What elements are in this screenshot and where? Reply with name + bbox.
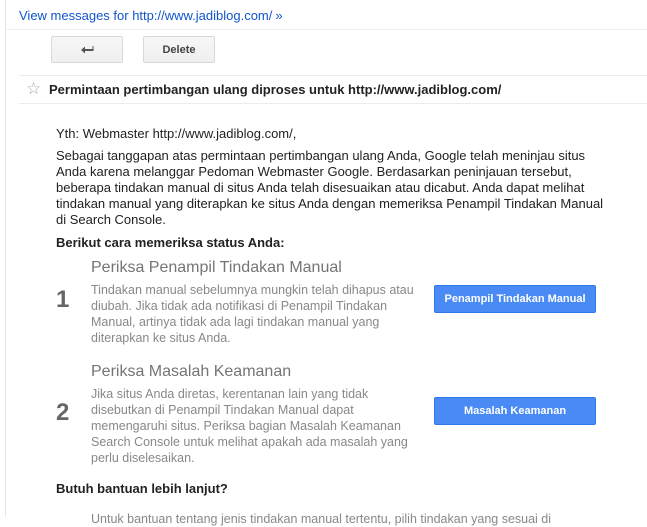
- view-messages-link[interactable]: View messages for http://www.jadiblog.co…: [19, 8, 283, 23]
- step-2-number: 2: [56, 399, 70, 426]
- status-heading: Berikut cara memeriksa status Anda:: [56, 235, 285, 250]
- step-2-title: Periksa Masalah Keamanan: [91, 363, 292, 380]
- view-messages-arrow: »: [275, 8, 283, 23]
- manual-actions-viewer-button[interactable]: Penampil Tindakan Manual: [434, 285, 596, 313]
- message-intro: Sebagai tanggapan atas permintaan pertim…: [56, 148, 604, 227]
- star-outline-icon[interactable]: ☆: [26, 79, 41, 99]
- subject-divider-top: [19, 75, 647, 76]
- message-greeting: Yth: Webmaster http://www.jadiblog.com/,: [56, 126, 297, 141]
- top-divider: [5, 29, 647, 30]
- step-1-title: Periksa Penampil Tindakan Manual: [91, 259, 342, 276]
- security-issues-button[interactable]: Masalah Keamanan: [434, 397, 596, 425]
- left-border: [5, 0, 6, 517]
- subject-divider-bottom: [19, 103, 647, 104]
- back-button[interactable]: [51, 36, 123, 63]
- help-heading: Butuh bantuan lebih lanjut?: [56, 481, 228, 496]
- step-1-body: Tindakan manual sebelumnya mungkin telah…: [91, 283, 414, 345]
- help-body: Untuk bantuan tentang jenis tindakan man…: [91, 512, 552, 526]
- view-messages-text: View messages for http://www.jadiblog.co…: [19, 8, 273, 23]
- delete-button[interactable]: Delete: [143, 36, 215, 63]
- message-subject: Permintaan pertimbangan ulang diproses u…: [49, 82, 502, 97]
- step-1-number: 1: [56, 286, 70, 313]
- step-2-body: Jika situs Anda diretas, kerentanan lain…: [91, 387, 408, 465]
- reply-arrow-icon: [81, 45, 94, 53]
